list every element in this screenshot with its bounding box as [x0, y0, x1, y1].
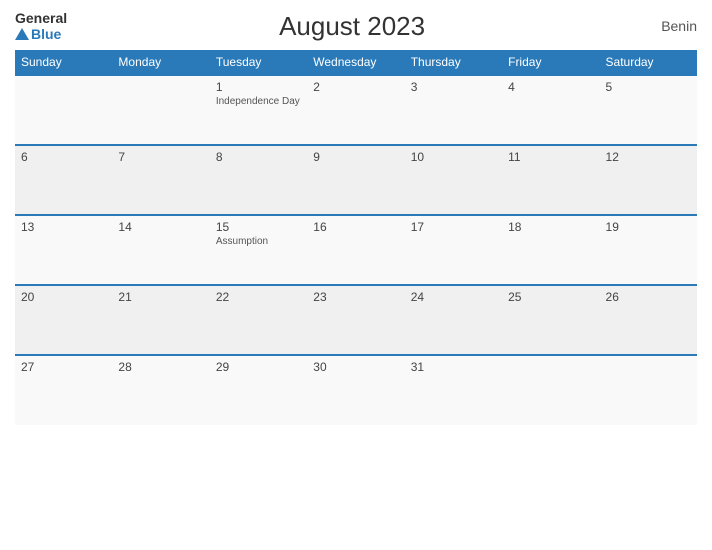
logo-blue-text: Blue	[15, 26, 61, 42]
cell-week5-day4: 31	[405, 355, 502, 425]
holiday-label: Independence Day	[216, 96, 301, 107]
day-number: 3	[411, 80, 496, 94]
day-number: 24	[411, 290, 496, 304]
day-number: 25	[508, 290, 593, 304]
day-number: 29	[216, 360, 301, 374]
cell-week5-day6	[600, 355, 697, 425]
cell-week3-day1: 14	[112, 215, 209, 285]
cell-week4-day3: 23	[307, 285, 404, 355]
cell-week5-day5	[502, 355, 599, 425]
day-number: 5	[606, 80, 691, 94]
cell-week3-day5: 18	[502, 215, 599, 285]
cell-week5-day2: 29	[210, 355, 307, 425]
day-number: 7	[118, 150, 203, 164]
cell-week4-day2: 22	[210, 285, 307, 355]
day-number: 28	[118, 360, 203, 374]
cell-week3-day6: 19	[600, 215, 697, 285]
header-tuesday: Tuesday	[210, 50, 307, 75]
day-number: 19	[606, 220, 691, 234]
cell-week3-day0: 13	[15, 215, 112, 285]
day-number: 30	[313, 360, 398, 374]
header-monday: Monday	[112, 50, 209, 75]
cell-week1-day2: 1 Independence Day	[210, 75, 307, 145]
day-number: 20	[21, 290, 106, 304]
cell-week2-day2: 8	[210, 145, 307, 215]
day-number: 8	[216, 150, 301, 164]
cell-week1-day4: 3	[405, 75, 502, 145]
header-sunday: Sunday	[15, 50, 112, 75]
calendar-title: August 2023	[67, 11, 637, 42]
week-row-3: 13 14 15 Assumption 16 17 18 19	[15, 215, 697, 285]
week-row-2: 6789 10 11 12	[15, 145, 697, 215]
day-number: 6	[21, 150, 106, 164]
header-thursday: Thursday	[405, 50, 502, 75]
day-number: 26	[606, 290, 691, 304]
cell-week1-day0	[15, 75, 112, 145]
cell-week2-day4: 10	[405, 145, 502, 215]
day-number: 14	[118, 220, 203, 234]
day-number: 1	[216, 80, 301, 94]
cell-week5-day3: 30	[307, 355, 404, 425]
day-number: 31	[411, 360, 496, 374]
cell-week4-day1: 21	[112, 285, 209, 355]
cell-week3-day2: 15 Assumption	[210, 215, 307, 285]
cell-week3-day4: 17	[405, 215, 502, 285]
week-row-4: 20 21 22 23 24 25 26	[15, 285, 697, 355]
cell-week4-day6: 26	[600, 285, 697, 355]
cell-week2-day5: 11	[502, 145, 599, 215]
day-number: 27	[21, 360, 106, 374]
day-number: 2	[313, 80, 398, 94]
weekday-header-row: Sunday Monday Tuesday Wednesday Thursday…	[15, 50, 697, 75]
cell-week2-day0: 6	[15, 145, 112, 215]
logo: General Blue	[15, 10, 67, 42]
cell-week5-day0: 27	[15, 355, 112, 425]
day-number: 12	[606, 150, 691, 164]
day-number: 23	[313, 290, 398, 304]
week-row-1: 1 Independence Day 2345	[15, 75, 697, 145]
cell-week2-day6: 12	[600, 145, 697, 215]
week-row-5: 27 28 29 30 31	[15, 355, 697, 425]
calendar-page: General Blue August 2023 Benin Sunday Mo…	[0, 0, 712, 550]
cell-week4-day0: 20	[15, 285, 112, 355]
cell-week2-day1: 7	[112, 145, 209, 215]
holiday-label: Assumption	[216, 236, 301, 247]
day-number: 11	[508, 150, 593, 164]
cell-week1-day3: 2	[307, 75, 404, 145]
cell-week1-day6: 5	[600, 75, 697, 145]
header-saturday: Saturday	[600, 50, 697, 75]
country-label: Benin	[637, 18, 697, 34]
cell-week4-day4: 24	[405, 285, 502, 355]
header-wednesday: Wednesday	[307, 50, 404, 75]
day-number: 16	[313, 220, 398, 234]
header: General Blue August 2023 Benin	[15, 10, 697, 42]
day-number: 9	[313, 150, 398, 164]
cell-week1-day1	[112, 75, 209, 145]
logo-general-text: General	[15, 10, 67, 26]
cell-week4-day5: 25	[502, 285, 599, 355]
header-friday: Friday	[502, 50, 599, 75]
day-number: 4	[508, 80, 593, 94]
cell-week1-day5: 4	[502, 75, 599, 145]
day-number: 17	[411, 220, 496, 234]
cell-week2-day3: 9	[307, 145, 404, 215]
day-number: 18	[508, 220, 593, 234]
day-number: 22	[216, 290, 301, 304]
logo-triangle-icon	[15, 28, 29, 40]
day-number: 15	[216, 220, 301, 234]
cell-week5-day1: 28	[112, 355, 209, 425]
calendar-table: Sunday Monday Tuesday Wednesday Thursday…	[15, 50, 697, 425]
cell-week3-day3: 16	[307, 215, 404, 285]
day-number: 13	[21, 220, 106, 234]
day-number: 21	[118, 290, 203, 304]
calendar-body: 1Independence Day23456789101112131415Ass…	[15, 75, 697, 425]
day-number: 10	[411, 150, 496, 164]
